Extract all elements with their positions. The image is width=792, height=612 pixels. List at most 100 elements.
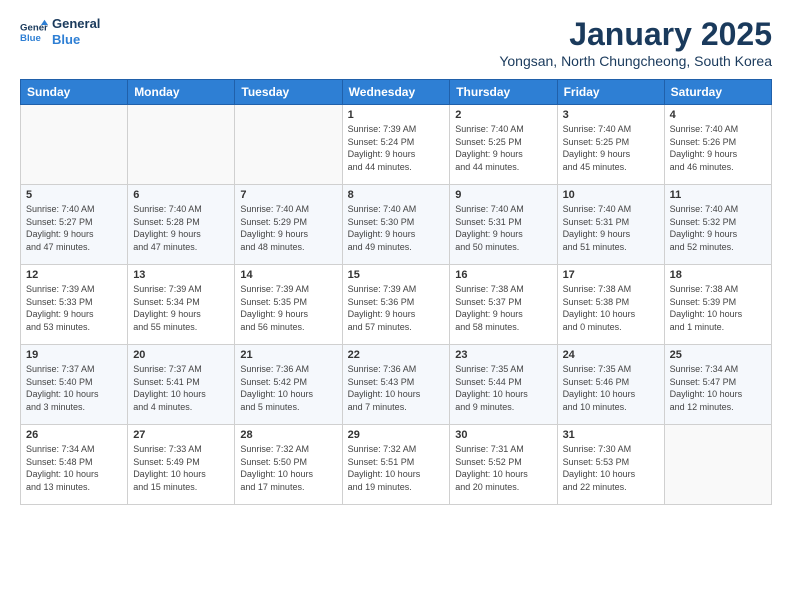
header-tuesday: Tuesday: [235, 80, 342, 105]
calendar-cell-w3-d4: 15Sunrise: 7:39 AM Sunset: 5:36 PM Dayli…: [342, 265, 450, 345]
day-info: Sunrise: 7:38 AM Sunset: 5:39 PM Dayligh…: [670, 283, 766, 333]
day-number: 12: [26, 269, 122, 281]
day-number: 2: [455, 109, 551, 121]
calendar-cell-w1-d4: 1 Sunrise: 7:39 AM Sunset: 5:24 PM Daylig…: [342, 105, 450, 185]
calendar-cell-w1-d3: [235, 105, 342, 185]
day-info: Sunrise: 7:38 AM Sunset: 5:38 PM Dayligh…: [563, 283, 659, 333]
calendar-week-5: 26 Sunrise: 7:34 AM Sunset: 5:48 PM Dayli…: [21, 425, 772, 505]
day-number: 25: [670, 349, 766, 361]
calendar-week-2: 5 Sunrise: 7:40 AM Sunset: 5:27 PM Daylig…: [21, 185, 772, 265]
day-info: Sunrise: 7:37 AM Sunset: 5:40 PM Dayligh…: [26, 363, 122, 413]
svg-text:Blue: Blue: [20, 32, 41, 43]
day-number: 26: [26, 429, 122, 441]
calendar-cell-w1-d2: [128, 105, 235, 185]
day-number: 3: [563, 109, 659, 121]
day-number: 5: [26, 189, 122, 201]
day-info: Sunrise: 7:40 AM Sunset: 5:27 PM Dayligh…: [26, 203, 122, 253]
day-number: 9: [455, 189, 551, 201]
calendar-cell-w2-d6: 10 Sunrise: 7:40 AM Sunset: 5:31 PM Dayli…: [557, 185, 664, 265]
day-number: 29: [348, 429, 445, 441]
logo-text-blue: Blue: [52, 32, 100, 48]
page-container: General Blue General Blue January 2025 Y…: [0, 0, 792, 515]
day-info: Sunrise: 7:33 AM Sunset: 5:49 PM Dayligh…: [133, 443, 229, 493]
calendar-subtitle: Yongsan, North Chungcheong, South Korea: [499, 53, 772, 69]
day-number: 16: [455, 269, 551, 281]
day-number: 15: [348, 269, 445, 281]
calendar-cell-w4-d3: 21Sunrise: 7:36 AM Sunset: 5:42 PM Dayli…: [235, 345, 342, 425]
calendar-cell-w5-d5: 30 Sunrise: 7:31 AM Sunset: 5:52 PM Dayli…: [450, 425, 557, 505]
header-monday: Monday: [128, 80, 235, 105]
calendar-cell-w3-d7: 18 Sunrise: 7:38 AM Sunset: 5:39 PM Dayli…: [664, 265, 771, 345]
header-thursday: Thursday: [450, 80, 557, 105]
calendar-cell-w4-d5: 23 Sunrise: 7:35 AM Sunset: 5:44 PM Dayli…: [450, 345, 557, 425]
day-info: Sunrise: 7:40 AM Sunset: 5:28 PM Dayligh…: [133, 203, 229, 253]
day-info: Sunrise: 7:40 AM Sunset: 5:29 PM Dayligh…: [240, 203, 336, 253]
day-info: Sunrise: 7:37 AM Sunset: 5:41 PM Dayligh…: [133, 363, 229, 413]
calendar-cell-w2-d1: 5 Sunrise: 7:40 AM Sunset: 5:27 PM Daylig…: [21, 185, 128, 265]
day-info: Sunrise: 7:40 AM Sunset: 5:32 PM Dayligh…: [670, 203, 766, 253]
day-number: 20: [133, 349, 229, 361]
calendar-cell-w5-d1: 26 Sunrise: 7:34 AM Sunset: 5:48 PM Dayli…: [21, 425, 128, 505]
calendar-cell-w2-d3: 7 Sunrise: 7:40 AM Sunset: 5:29 PM Daylig…: [235, 185, 342, 265]
calendar-cell-w4-d6: 24Sunrise: 7:35 AM Sunset: 5:46 PM Dayli…: [557, 345, 664, 425]
day-info: Sunrise: 7:38 AM Sunset: 5:37 PM Dayligh…: [455, 283, 551, 333]
day-info: Sunrise: 7:34 AM Sunset: 5:48 PM Dayligh…: [26, 443, 122, 493]
day-number: 7: [240, 189, 336, 201]
calendar-cell-w1-d6: 3 Sunrise: 7:40 AM Sunset: 5:25 PM Daylig…: [557, 105, 664, 185]
header-sunday: Sunday: [21, 80, 128, 105]
header-saturday: Saturday: [664, 80, 771, 105]
day-info: Sunrise: 7:34 AM Sunset: 5:47 PM Dayligh…: [670, 363, 766, 413]
calendar-cell-w2-d4: 8 Sunrise: 7:40 AM Sunset: 5:30 PM Daylig…: [342, 185, 450, 265]
calendar-cell-w2-d5: 9 Sunrise: 7:40 AM Sunset: 5:31 PM Daylig…: [450, 185, 557, 265]
day-number: 28: [240, 429, 336, 441]
calendar-cell-w1-d1: [21, 105, 128, 185]
day-number: 11: [670, 189, 766, 201]
calendar-cell-w5-d6: 31 Sunrise: 7:30 AM Sunset: 5:53 PM Dayli…: [557, 425, 664, 505]
day-number: 31: [563, 429, 659, 441]
day-info: Sunrise: 7:40 AM Sunset: 5:30 PM Dayligh…: [348, 203, 445, 253]
calendar-cell-w4-d1: 19 Sunrise: 7:37 AM Sunset: 5:40 PM Dayli…: [21, 345, 128, 425]
day-number: 18: [670, 269, 766, 281]
day-number: 30: [455, 429, 551, 441]
day-number: 8: [348, 189, 445, 201]
day-number: 23: [455, 349, 551, 361]
page-header: General Blue General Blue January 2025 Y…: [20, 16, 772, 69]
day-number: 27: [133, 429, 229, 441]
calendar-cell-w5-d3: 28 Sunrise: 7:32 AM Sunset: 5:50 PM Dayli…: [235, 425, 342, 505]
day-number: 10: [563, 189, 659, 201]
day-number: 17: [563, 269, 659, 281]
calendar-cell-w3-d1: 12 Sunrise: 7:39 AM Sunset: 5:33 PM Dayli…: [21, 265, 128, 345]
day-info: Sunrise: 7:35 AM Sunset: 5:46 PM Dayligh…: [563, 363, 659, 413]
day-info: Sunrise: 7:32 AM Sunset: 5:51 PM Dayligh…: [348, 443, 445, 493]
day-info: Sunrise: 7:40 AM Sunset: 5:31 PM Dayligh…: [563, 203, 659, 253]
day-info: Sunrise: 7:40 AM Sunset: 5:25 PM Dayligh…: [563, 123, 659, 173]
calendar-cell-w5-d4: 29 Sunrise: 7:32 AM Sunset: 5:51 PM Dayli…: [342, 425, 450, 505]
day-number: 4: [670, 109, 766, 121]
title-block: January 2025 Yongsan, North Chungcheong,…: [499, 16, 772, 69]
day-number: 19: [26, 349, 122, 361]
calendar-cell-w5-d7: [664, 425, 771, 505]
day-number: 13: [133, 269, 229, 281]
day-info: Sunrise: 7:39 AM Sunset: 5:33 PM Dayligh…: [26, 283, 122, 333]
calendar-cell-w4-d4: 22Sunrise: 7:36 AM Sunset: 5:43 PM Dayli…: [342, 345, 450, 425]
calendar-cell-w4-d2: 20 Sunrise: 7:37 AM Sunset: 5:41 PM Dayli…: [128, 345, 235, 425]
day-info: Sunrise: 7:30 AM Sunset: 5:53 PM Dayligh…: [563, 443, 659, 493]
calendar-cell-w3-d2: 13Sunrise: 7:39 AM Sunset: 5:34 PM Dayli…: [128, 265, 235, 345]
header-wednesday: Wednesday: [342, 80, 450, 105]
day-info: Sunrise: 7:31 AM Sunset: 5:52 PM Dayligh…: [455, 443, 551, 493]
day-info: Sunrise: 7:35 AM Sunset: 5:44 PM Dayligh…: [455, 363, 551, 413]
day-number: 6: [133, 189, 229, 201]
day-info: Sunrise: 7:36 AM Sunset: 5:43 PM Dayligh…: [348, 363, 445, 413]
day-info: Sunrise: 7:40 AM Sunset: 5:31 PM Dayligh…: [455, 203, 551, 253]
logo-icon: General Blue: [20, 18, 48, 46]
calendar-cell-w2-d2: 6 Sunrise: 7:40 AM Sunset: 5:28 PM Daylig…: [128, 185, 235, 265]
calendar-cell-w3-d3: 14Sunrise: 7:39 AM Sunset: 5:35 PM Dayli…: [235, 265, 342, 345]
day-info: Sunrise: 7:39 AM Sunset: 5:24 PM Dayligh…: [348, 123, 445, 173]
day-info: Sunrise: 7:32 AM Sunset: 5:50 PM Dayligh…: [240, 443, 336, 493]
day-info: Sunrise: 7:39 AM Sunset: 5:35 PM Dayligh…: [240, 283, 336, 333]
calendar-cell-w4-d7: 25 Sunrise: 7:34 AM Sunset: 5:47 PM Dayli…: [664, 345, 771, 425]
calendar-week-3: 12 Sunrise: 7:39 AM Sunset: 5:33 PM Dayli…: [21, 265, 772, 345]
calendar-header-row: Sunday Monday Tuesday Wednesday Thursday…: [21, 80, 772, 105]
day-number: 21: [240, 349, 336, 361]
day-number: 1: [348, 109, 445, 121]
